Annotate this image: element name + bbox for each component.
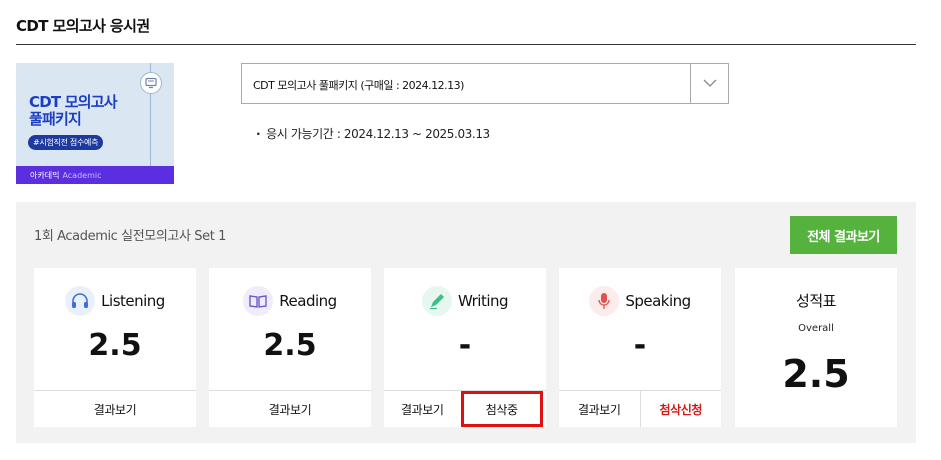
- chevron-down-icon[interactable]: [690, 64, 728, 103]
- thumbnail-title: CDT 모의고사 풀패키지: [29, 93, 118, 128]
- overall-score: 2.5: [782, 352, 850, 396]
- thumbnail-badge: #시험직전 점수예측: [28, 135, 104, 150]
- pen-icon: [421, 286, 452, 316]
- thumbnail-footer: 아카데믹 Academic: [16, 166, 174, 184]
- microphone-icon: [589, 286, 620, 316]
- thumbnail-brand-sub: Academic: [62, 171, 102, 180]
- monitor-icon: [140, 72, 162, 94]
- period-bullet: ·: [256, 127, 261, 141]
- test-period: · 응시 가능기간 : 2024.12.13 ~ 2025.03.13: [256, 125, 490, 142]
- section-score: 2.5: [88, 328, 142, 363]
- section-card-reading: Reading 2.5 결과보기: [209, 268, 371, 427]
- section-name: Listening: [101, 292, 165, 310]
- report-title: 성적표: [796, 292, 836, 310]
- set-title: 1회 Academic 실전모의고사 Set 1: [34, 229, 226, 244]
- section-name: Writing: [457, 292, 509, 310]
- product-thumbnail: CDT 모의고사 풀패키지 #시험직전 점수예측 아카데믹 Academic: [16, 63, 174, 184]
- reading-result-button[interactable]: 결과보기: [209, 391, 371, 427]
- product-select-value: CDT 모의고사 풀패키지 (구매일 : 2024.12.13): [253, 79, 464, 92]
- score-report-card: 성적표 Overall 2.5: [735, 268, 897, 427]
- section-name: Reading: [279, 292, 337, 310]
- period-text: 응시 가능기간 : 2024.12.13 ~ 2025.03.13: [266, 127, 490, 141]
- product-select[interactable]: CDT 모의고사 풀패키지 (구매일 : 2024.12.13): [241, 63, 729, 104]
- listening-result-button[interactable]: 결과보기: [34, 391, 196, 427]
- headphones-icon: [65, 286, 96, 316]
- writing-correction-status-button[interactable]: 첨삭중: [460, 391, 543, 427]
- writing-result-button[interactable]: 결과보기: [384, 391, 461, 427]
- speaking-correction-request-button[interactable]: 첨삭신청: [639, 391, 722, 427]
- speaking-result-button[interactable]: 결과보기: [559, 391, 640, 427]
- section-card-listening: Listening 2.5 결과보기: [34, 268, 196, 427]
- section-score: -: [633, 328, 647, 363]
- section-card-speaking: Speaking - 결과보기 첨삭신청: [559, 268, 721, 427]
- report-subtitle: Overall: [798, 323, 834, 334]
- page-title: CDT 모의고사 응시권: [16, 17, 150, 35]
- thumbnail-title-line2: 풀패키지: [29, 110, 82, 128]
- book-icon: [243, 286, 274, 316]
- thumbnail-brand: 아카데믹: [30, 171, 60, 180]
- section-score: -: [458, 328, 472, 363]
- view-all-results-button[interactable]: 전체 결과보기: [790, 216, 897, 254]
- section-score: 2.5: [263, 328, 317, 363]
- results-panel: 1회 Academic 실전모의고사 Set 1 전체 결과보기 Listeni…: [16, 202, 916, 443]
- title-divider: [16, 44, 916, 45]
- section-card-writing: Writing - 결과보기 첨삭중: [384, 268, 546, 427]
- thumbnail-title-line1: CDT 모의고사: [29, 93, 118, 111]
- section-name: Speaking: [625, 292, 691, 310]
